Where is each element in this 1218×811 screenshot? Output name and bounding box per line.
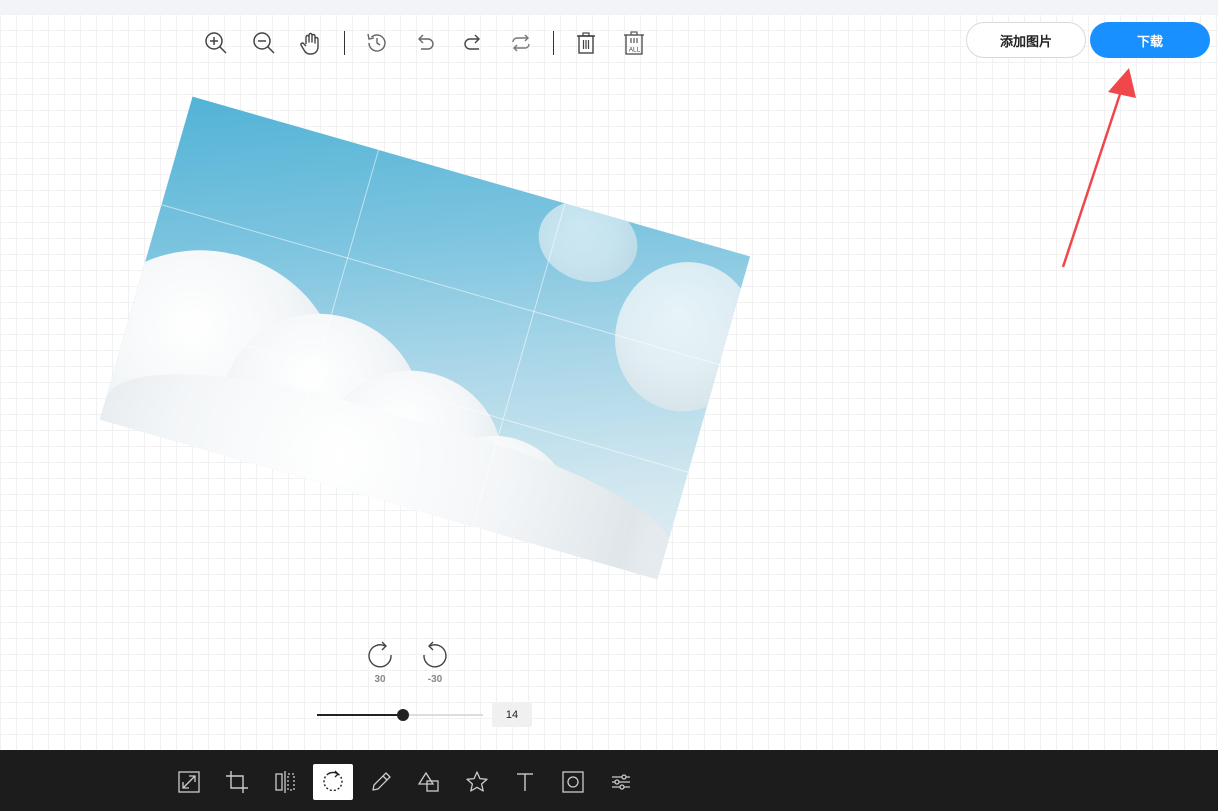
shape-tool-button[interactable] bbox=[409, 764, 449, 800]
slider-thumb[interactable] bbox=[397, 709, 409, 721]
mask-tool-button[interactable] bbox=[553, 764, 593, 800]
pan-button[interactable] bbox=[294, 26, 330, 60]
hand-icon bbox=[300, 32, 319, 55]
rotation-value-field[interactable]: 14 bbox=[492, 703, 532, 727]
delete-all-button[interactable]: ALL bbox=[616, 26, 652, 60]
filter-tool-button[interactable] bbox=[601, 764, 641, 800]
toolbar-divider bbox=[553, 31, 554, 55]
history-button[interactable] bbox=[359, 26, 395, 60]
crop-tool-button[interactable] bbox=[217, 764, 257, 800]
slider-fill bbox=[317, 714, 403, 716]
delete-all-label: ALL bbox=[629, 47, 641, 54]
add-image-button[interactable]: 添加图片 bbox=[966, 22, 1086, 58]
top-toolbar: ALL bbox=[198, 26, 664, 60]
trash-all-icon: ALL bbox=[624, 31, 644, 55]
flip-icon bbox=[275, 771, 295, 793]
annotation-arrow bbox=[1061, 68, 1136, 268]
bottom-toolbar bbox=[0, 750, 1218, 811]
reset-icon bbox=[512, 34, 530, 52]
download-button[interactable]: 下载 bbox=[1090, 22, 1210, 58]
canvas-area[interactable] bbox=[0, 14, 1218, 750]
delete-button[interactable] bbox=[568, 26, 604, 60]
rotation-slider[interactable] bbox=[317, 706, 483, 724]
resize-tool-button[interactable] bbox=[169, 764, 209, 800]
rotate-counterclockwise-label: -30 bbox=[427, 674, 443, 685]
cloud-shape bbox=[528, 188, 648, 294]
top-strip bbox=[0, 0, 1218, 14]
trash-icon bbox=[577, 32, 595, 54]
undo-button[interactable] bbox=[407, 26, 443, 60]
redo-icon bbox=[464, 34, 480, 50]
draw-tool-button[interactable] bbox=[361, 764, 401, 800]
resize-icon bbox=[178, 771, 200, 793]
crop-icon bbox=[226, 771, 248, 793]
mask-icon bbox=[562, 771, 584, 793]
text-tool-button[interactable] bbox=[505, 764, 545, 800]
sliders-icon bbox=[612, 774, 630, 790]
rotate-panel: 30 -30 bbox=[360, 638, 470, 685]
reset-button[interactable] bbox=[503, 26, 539, 60]
history-icon bbox=[367, 33, 386, 52]
redo-button[interactable] bbox=[455, 26, 491, 60]
rotate-ccw-icon bbox=[423, 641, 447, 668]
rotate-clockwise-button[interactable]: 30 bbox=[360, 638, 400, 685]
zoom-out-icon bbox=[253, 32, 275, 54]
rotate-tool-button[interactable] bbox=[313, 764, 353, 800]
flip-tool-button[interactable] bbox=[265, 764, 305, 800]
zoom-in-button[interactable] bbox=[198, 26, 234, 60]
sky-photo[interactable] bbox=[99, 96, 751, 580]
zoom-in-icon bbox=[205, 32, 227, 54]
icon-tool-button[interactable] bbox=[457, 764, 497, 800]
rotate-cw-icon bbox=[368, 641, 392, 668]
toolbar-divider bbox=[344, 31, 345, 55]
text-icon bbox=[517, 773, 533, 791]
rotate-clockwise-label: 30 bbox=[374, 674, 386, 685]
rotate-icon bbox=[323, 770, 343, 792]
pencil-icon bbox=[372, 772, 391, 791]
shape-icon bbox=[417, 771, 439, 792]
star-icon bbox=[466, 771, 488, 792]
zoom-out-button[interactable] bbox=[246, 26, 282, 60]
undo-icon bbox=[418, 34, 434, 50]
rotate-counterclockwise-button[interactable]: -30 bbox=[415, 638, 455, 685]
